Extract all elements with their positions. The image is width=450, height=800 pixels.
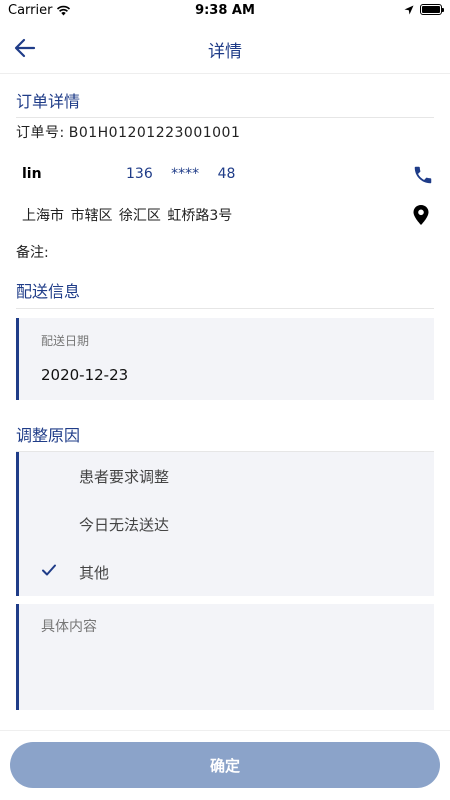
adjust-reason-title: 调整原因 bbox=[16, 426, 81, 445]
battery-icon bbox=[420, 4, 444, 15]
divider bbox=[16, 117, 434, 118]
reason-options: 患者要求调整 今日无法送达 其他 bbox=[16, 452, 434, 596]
confirm-button[interactable]: 确定 bbox=[10, 742, 440, 788]
detail-content-input[interactable] bbox=[41, 616, 422, 700]
location-pin-icon[interactable] bbox=[412, 204, 430, 226]
note-label: 备注: bbox=[16, 245, 49, 261]
reason-option-other[interactable]: 其他 bbox=[19, 548, 434, 596]
divider bbox=[16, 308, 434, 309]
status-time: 9:38 AM bbox=[195, 3, 255, 18]
reason-option-patient-request[interactable]: 患者要求调整 bbox=[19, 452, 434, 500]
status-right bbox=[404, 4, 444, 15]
reason-option-label: 其他 bbox=[79, 564, 110, 582]
delivery-date-value: 2020-12-23 bbox=[41, 366, 129, 384]
detail-content-card bbox=[16, 604, 434, 710]
checkmark-icon bbox=[42, 564, 56, 576]
address-row: 上海市 市辖区 徐汇区 虹桥路3号 bbox=[22, 204, 434, 226]
contact-name: lin bbox=[22, 166, 42, 182]
address-text: 上海市 市辖区 徐汇区 虹桥路3号 bbox=[22, 208, 233, 224]
order-details-title: 订单详情 bbox=[16, 92, 81, 111]
delivery-date-label: 配送日期 bbox=[41, 334, 90, 348]
page-title: 详情 bbox=[208, 42, 242, 62]
divider bbox=[0, 730, 450, 731]
order-number: 订单号: B01H01201223001001 bbox=[16, 122, 240, 142]
order-number-value: B01H01201223001001 bbox=[68, 125, 241, 141]
phone-icon[interactable] bbox=[412, 164, 434, 186]
reason-option-cannot-deliver[interactable]: 今日无法送达 bbox=[19, 500, 434, 548]
contact-phone: 136 **** 48 bbox=[126, 166, 236, 182]
nav-bar: 详情 bbox=[0, 22, 450, 74]
status-bar: Carrier 9:38 AM bbox=[0, 0, 450, 22]
delivery-info-title: 配送信息 bbox=[16, 282, 81, 301]
contact-row: lin 136 **** 48 bbox=[22, 166, 434, 186]
location-arrow-icon bbox=[404, 5, 414, 14]
reason-option-label: 今日无法送达 bbox=[79, 516, 170, 534]
order-number-label: 订单号: bbox=[16, 125, 65, 141]
reason-option-label: 患者要求调整 bbox=[79, 468, 170, 486]
delivery-date-field[interactable]: 配送日期 2020-12-23 bbox=[16, 318, 434, 400]
